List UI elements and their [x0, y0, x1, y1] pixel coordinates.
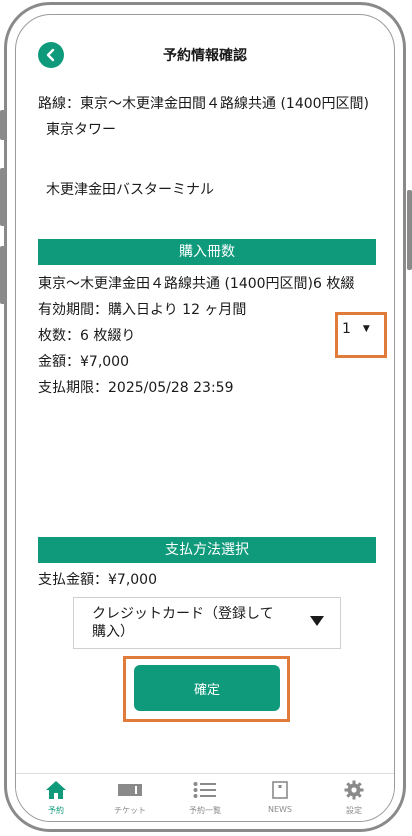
home-icon: [46, 781, 66, 799]
route-label: 路線：東京〜木更津金田間４路線共通 (1400円区間): [38, 96, 370, 112]
payment-method-line2: 購入）: [92, 624, 134, 640]
payment-method-select[interactable]: クレジットカード（登録して 購入）: [73, 597, 341, 649]
sheet-count: 枚数：6 枚綴り: [38, 328, 136, 344]
tab-label-ticket: チケット: [114, 806, 146, 815]
payment-method-label: クレジットカード（登録して 購入）: [92, 605, 274, 641]
validity-period: 有効期間：購入日より 12 ヶ月間: [38, 302, 247, 318]
list-icon: [193, 782, 216, 798]
ticket-icon: [118, 784, 142, 796]
gear-icon: [344, 780, 364, 800]
news-icon: [272, 781, 288, 799]
stop-to: 木更津金田バスターミナル: [46, 182, 214, 198]
tab-reserve[interactable]: 予約: [18, 778, 94, 816]
triangle-down-icon: [310, 616, 324, 626]
tab-news[interactable]: NEWS: [242, 778, 318, 814]
ticket-name: 東京〜木更津金田４路線共通 (1400円区間)6 枚綴: [38, 276, 355, 292]
tab-label-settings: 設定: [346, 806, 362, 815]
screen: 予約情報確認 路線：東京〜木更津金田間４路線共通 (1400円区間) 東京タワー…: [15, 14, 395, 822]
tab-settings[interactable]: 設定: [316, 778, 392, 816]
caret-down-icon: ▼: [362, 324, 370, 334]
payment-section-header: 支払方法選択: [38, 537, 376, 563]
side-button-left-1: [0, 110, 5, 140]
payment-deadline: 支払期限：2025/05/28 23:59: [38, 380, 234, 396]
stop-from: 東京タワー: [46, 122, 116, 138]
tab-reservation-list[interactable]: 予約一覧: [167, 778, 243, 816]
page-title: 予約情報確認: [163, 48, 247, 64]
tab-bar: 予約 チケット 予約一覧 NEWS 設定: [16, 773, 394, 821]
tab-label-reserve: 予約: [48, 806, 64, 815]
purchase-section-header: 購入冊数: [38, 239, 376, 265]
tab-label-news: NEWS: [267, 805, 293, 814]
quantity-select[interactable]: 1 ▼: [342, 321, 370, 337]
quantity-value: 1: [342, 321, 351, 337]
side-button-right: [407, 190, 412, 270]
payment-total: 支払金額：¥7,000: [38, 572, 157, 588]
confirm-button[interactable]: 確定: [134, 665, 280, 711]
tab-ticket[interactable]: チケット: [92, 778, 168, 816]
side-button-left-3: [0, 246, 5, 304]
tab-label-reservation-list: 予約一覧: [189, 806, 221, 815]
header: 予約情報確認: [16, 15, 394, 75]
side-button-left-2: [0, 168, 5, 226]
price-amount: 金額：¥7,000: [38, 354, 129, 370]
payment-method-line1: クレジットカード（登録して: [92, 606, 274, 622]
